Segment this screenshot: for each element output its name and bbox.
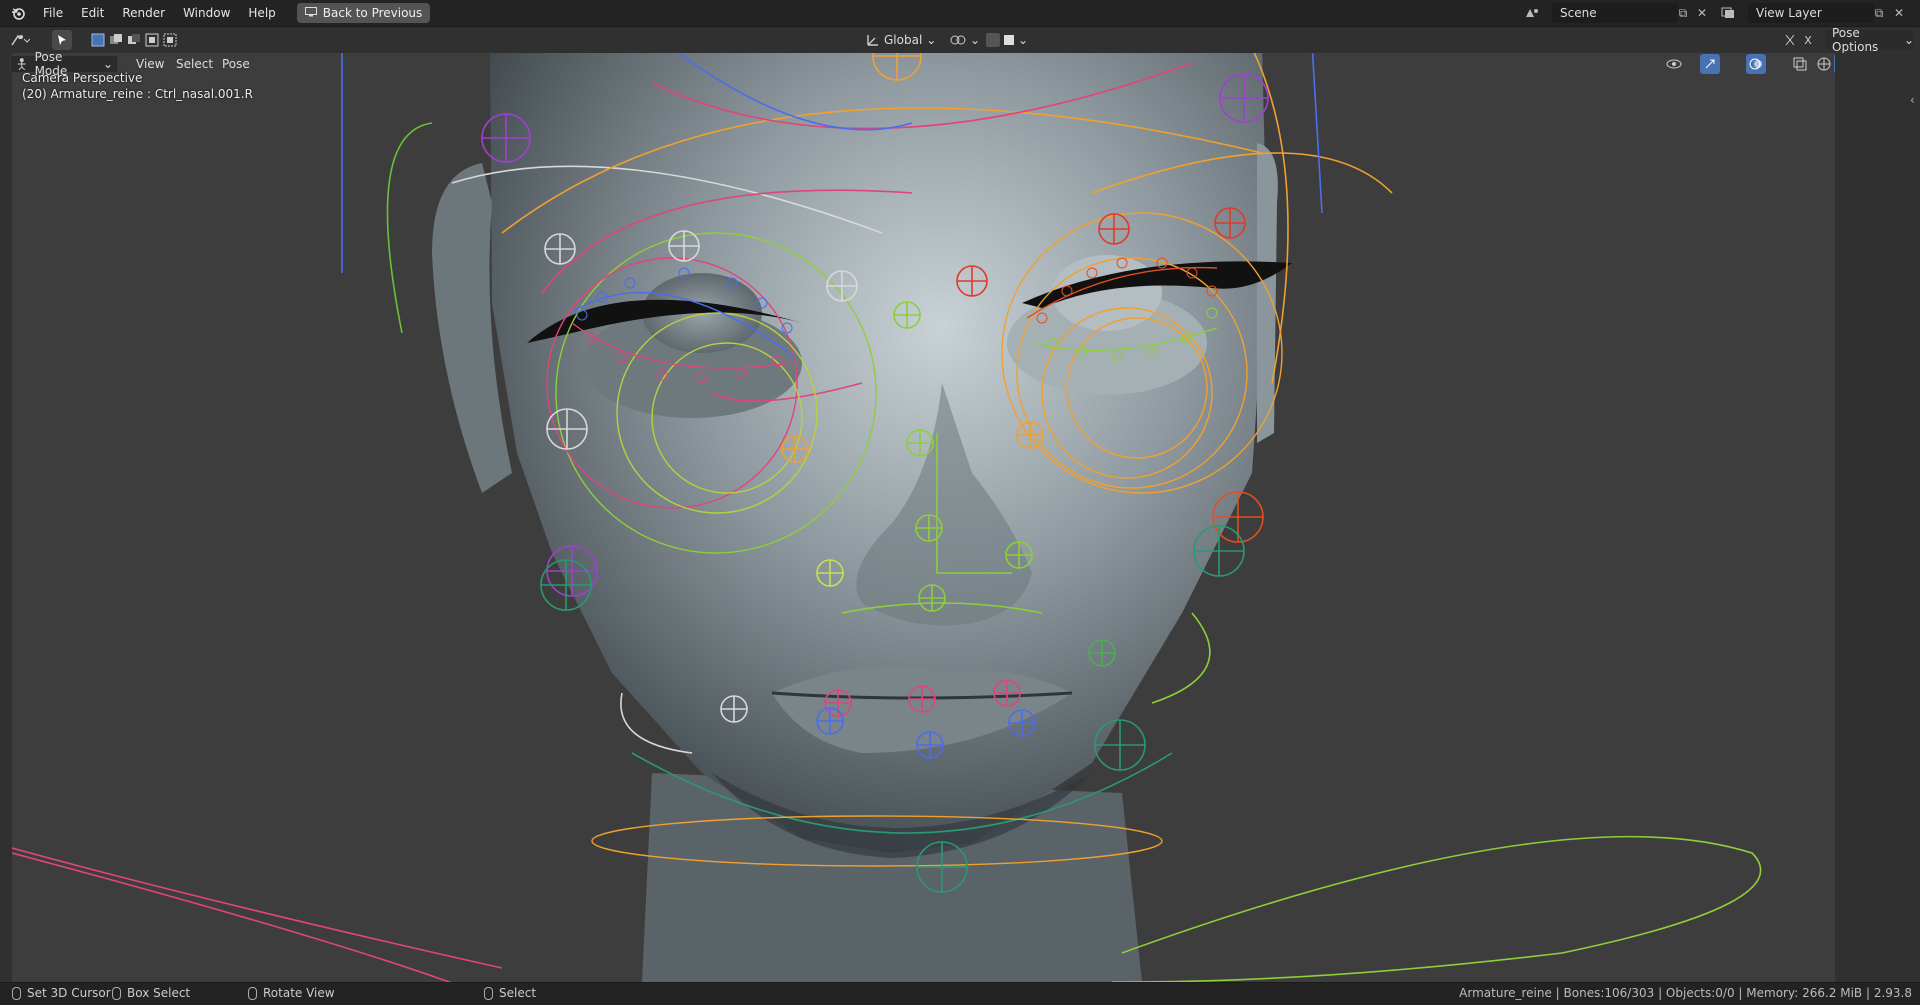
pose-options-dropdown[interactable]: Pose Options ⌄ bbox=[1826, 26, 1914, 54]
scene-name-text: Scene bbox=[1560, 6, 1597, 20]
new-view-layer-icon[interactable]: ⧉ bbox=[1870, 4, 1888, 22]
status-box-select: Box Select bbox=[112, 986, 190, 1000]
overlays-icon[interactable] bbox=[1746, 54, 1766, 74]
select-invert-icon[interactable] bbox=[142, 30, 162, 50]
back-to-previous-label: Back to Previous bbox=[322, 6, 423, 20]
pose-mode-icon bbox=[17, 58, 26, 71]
sidebar-collapsed: ‹ bbox=[1835, 53, 1920, 982]
scene-selector-icon[interactable] bbox=[1524, 4, 1542, 22]
status-label: Box Select bbox=[127, 986, 191, 1000]
chevron-down-icon: ⌄ bbox=[1018, 33, 1029, 47]
menu-help[interactable]: Help bbox=[239, 0, 284, 26]
pose-options-label: Pose Options bbox=[1832, 26, 1879, 54]
snapping-dropdown[interactable]: ⌄ bbox=[986, 30, 1036, 50]
status-rotate-view: Rotate View bbox=[248, 986, 335, 1000]
status-bar: Set 3D Cursor Box Select Rotate View Sel… bbox=[0, 982, 1920, 1005]
active-bone-label: (20) Armature_reine : Ctrl_nasal.001.R bbox=[22, 87, 253, 101]
gizmo-icon[interactable] bbox=[1700, 54, 1720, 74]
pivot-point-dropdown[interactable]: ⌄ bbox=[950, 30, 980, 50]
select-extend-icon[interactable] bbox=[106, 30, 126, 50]
menu-pose[interactable]: Pose bbox=[216, 55, 256, 73]
magnet-icon bbox=[986, 33, 1000, 47]
snap-target-icon bbox=[1004, 35, 1014, 45]
menu-render[interactable]: Render bbox=[113, 0, 174, 26]
xray-icon[interactable] bbox=[1790, 54, 1810, 74]
status-label: Set 3D Cursor bbox=[27, 986, 111, 1000]
view-layer-selector-icon[interactable] bbox=[1720, 4, 1738, 22]
view-layer-name-field[interactable]: View Layer bbox=[1748, 3, 1874, 23]
menu-edit[interactable]: Edit bbox=[72, 0, 113, 26]
visibility-icon[interactable] bbox=[1664, 54, 1684, 74]
mode-label: Pose Mode bbox=[34, 50, 68, 78]
status-label: Rotate View bbox=[263, 986, 335, 1000]
chevron-down-icon: ⌄ bbox=[969, 33, 980, 47]
menu-file[interactable]: File bbox=[34, 0, 72, 26]
chevron-left-icon[interactable]: ‹ bbox=[1910, 93, 1915, 107]
mouse-drag-icon bbox=[112, 986, 121, 1000]
menu-window[interactable]: Window bbox=[174, 0, 239, 26]
x-mirror-icon[interactable] bbox=[1780, 30, 1800, 50]
mouse-right-icon bbox=[484, 986, 493, 1000]
viewport-scene[interactable] bbox=[12, 53, 1835, 982]
new-scene-icon[interactable]: ⧉ bbox=[1674, 4, 1692, 22]
screen-icon bbox=[304, 6, 317, 20]
wireframe-shading-icon[interactable] bbox=[1814, 54, 1834, 74]
mouse-middle-icon bbox=[248, 986, 257, 1000]
top-bar: File Edit Render Window Help Back to Pre… bbox=[0, 0, 1920, 27]
view-layer-name-text: View Layer bbox=[1756, 6, 1822, 20]
status-set-3d-cursor: Set 3D Cursor bbox=[12, 986, 111, 1000]
select-intersect-icon[interactable] bbox=[160, 30, 180, 50]
chevron-down-icon: ⌄ bbox=[102, 57, 113, 71]
mode-dropdown[interactable]: Pose Mode ⌄ bbox=[10, 50, 118, 78]
x-axis-toggle[interactable]: X bbox=[1798, 30, 1818, 50]
chevron-down-icon: ⌄ bbox=[1903, 33, 1914, 47]
transform-orientation-label: Global bbox=[884, 33, 923, 47]
delete-view-layer-icon[interactable]: ✕ bbox=[1890, 4, 1908, 22]
transform-orientation-dropdown[interactable]: Global ⌄ bbox=[866, 30, 940, 50]
mouse-left-icon bbox=[12, 986, 21, 1000]
select-new-icon[interactable] bbox=[88, 30, 108, 50]
3d-viewport[interactable]: Camera Perspective (20) Armature_reine :… bbox=[12, 53, 1835, 982]
menu-select[interactable]: Select bbox=[170, 55, 219, 73]
tool-header: Global ⌄ ⌄ ⌄ X Pose Options ⌄ bbox=[0, 26, 1920, 54]
status-select: Select bbox=[484, 986, 536, 1000]
select-subtract-icon[interactable] bbox=[124, 30, 144, 50]
scene-statistics: Armature_reine | Bones:106/303 | Objects… bbox=[1459, 986, 1912, 1000]
viewport-header: Pose Mode ⌄ View Select Pose bbox=[0, 50, 1920, 78]
select-tool-icon[interactable] bbox=[52, 30, 72, 50]
delete-scene-icon[interactable]: ✕ bbox=[1693, 4, 1711, 22]
chevron-down-icon: ⌄ bbox=[926, 33, 937, 47]
blender-logo-icon[interactable] bbox=[10, 5, 26, 21]
status-label: Select bbox=[499, 986, 537, 1000]
editor-type-dropdown[interactable] bbox=[10, 30, 42, 50]
menu-view[interactable]: View bbox=[130, 55, 170, 73]
back-to-previous-button[interactable]: Back to Previous bbox=[296, 3, 431, 23]
scene-name-field[interactable]: Scene bbox=[1552, 3, 1678, 23]
